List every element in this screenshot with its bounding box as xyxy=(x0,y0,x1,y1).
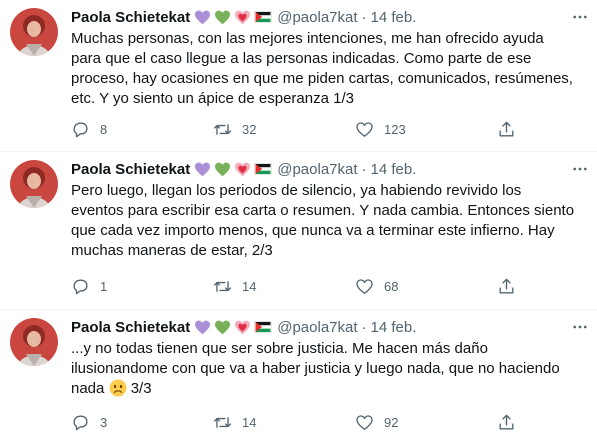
like-count: 123 xyxy=(384,122,406,137)
retweet-button[interactable]: 14 xyxy=(213,413,333,432)
green-heart-icon xyxy=(215,320,231,334)
palestine-flag-icon xyxy=(254,163,273,175)
avatar[interactable] xyxy=(10,8,58,56)
tweet-actions: 1 14 68 xyxy=(71,277,517,296)
retweet-count: 14 xyxy=(242,415,257,430)
tweet-thread: Paola Schietekat @paola7kat · 14 feb. Mu… xyxy=(0,0,597,441)
reply-icon xyxy=(73,122,88,138)
tweet-actions: 8 32 123 xyxy=(71,120,517,139)
like-count: 68 xyxy=(384,279,399,294)
tweet[interactable]: Paola Schietekat @paola7kat · 14 feb. Mu… xyxy=(0,0,597,152)
tweet-body: Paola Schietekat @paola7kat · 14 feb. Pe… xyxy=(71,152,587,261)
separator-dot: · xyxy=(361,160,367,178)
tweet-header: Paola Schietekat @paola7kat · 14 feb. xyxy=(71,317,587,337)
reply-button[interactable]: 1 xyxy=(71,277,191,296)
tweet-date[interactable]: 14 feb. xyxy=(371,9,417,26)
name-emojis xyxy=(194,162,273,177)
reply-button[interactable]: 3 xyxy=(71,413,191,432)
share-button[interactable] xyxy=(497,413,517,432)
purple-heart-icon xyxy=(195,10,211,24)
retweet-button[interactable]: 14 xyxy=(213,277,333,296)
purple-heart-icon xyxy=(195,162,211,176)
avatar[interactable] xyxy=(10,160,58,208)
tweet[interactable]: Paola Schietekat @paola7kat · 14 feb. Pe… xyxy=(0,152,597,310)
retweet-count: 32 xyxy=(242,122,257,137)
retweet-icon xyxy=(213,281,232,292)
tweet-text-suffix: 3/3 xyxy=(126,380,152,397)
tweet-body: Paola Schietekat @paola7kat · 14 feb. ..… xyxy=(71,310,587,399)
retweet-icon xyxy=(213,124,232,135)
tweet-text: ...y no todas tienen que ser sobre justi… xyxy=(71,339,576,399)
sad-face-icon xyxy=(109,379,127,397)
tweet-text: Muchas personas, con las mejores intenci… xyxy=(71,30,578,107)
reply-icon xyxy=(73,415,88,431)
palestine-flag-icon xyxy=(254,11,273,23)
reply-count: 8 xyxy=(100,122,108,137)
palestine-flag-icon xyxy=(254,321,273,333)
tweet-text: Pero luego, llegan los periodos de silen… xyxy=(71,182,579,259)
like-icon xyxy=(356,279,373,294)
reply-icon xyxy=(73,279,88,295)
share-icon xyxy=(499,278,514,294)
author-handle[interactable]: @paola7kat xyxy=(277,9,357,26)
name-emojis xyxy=(194,10,273,25)
author-name[interactable]: Paola Schietekat xyxy=(71,9,190,26)
like-button[interactable]: 92 xyxy=(355,413,475,432)
more-icon[interactable] xyxy=(569,158,591,180)
more-icon[interactable] xyxy=(569,316,591,338)
share-button[interactable] xyxy=(497,277,517,296)
author-name[interactable]: Paola Schietekat xyxy=(71,319,190,336)
reply-count: 3 xyxy=(100,415,108,430)
retweet-button[interactable]: 32 xyxy=(213,120,333,139)
separator-dot: · xyxy=(361,318,367,336)
more-icon[interactable] xyxy=(569,6,591,28)
tweet-header: Paola Schietekat @paola7kat · 14 feb. xyxy=(71,159,587,179)
reply-button[interactable]: 8 xyxy=(71,120,191,139)
like-icon xyxy=(356,122,373,137)
sparkling-heart-icon xyxy=(235,10,251,24)
green-heart-icon xyxy=(215,162,231,176)
author-name[interactable]: Paola Schietekat xyxy=(71,161,190,178)
sparkling-heart-icon xyxy=(235,162,251,176)
green-heart-icon xyxy=(215,10,231,24)
share-icon xyxy=(499,414,514,430)
retweet-icon xyxy=(213,417,232,428)
like-button[interactable]: 123 xyxy=(355,120,475,139)
tweet-header: Paola Schietekat @paola7kat · 14 feb. xyxy=(71,7,587,27)
like-count: 92 xyxy=(384,415,399,430)
like-icon xyxy=(356,415,373,430)
reply-count: 1 xyxy=(100,279,108,294)
tweet-date[interactable]: 14 feb. xyxy=(371,161,417,178)
separator-dot: · xyxy=(361,8,367,26)
tweet-actions: 3 14 92 xyxy=(71,413,517,432)
share-icon xyxy=(499,121,514,137)
retweet-count: 14 xyxy=(242,279,257,294)
tweet-date[interactable]: 14 feb. xyxy=(371,319,417,336)
sparkling-heart-icon xyxy=(235,320,251,334)
tweet[interactable]: Paola Schietekat @paola7kat · 14 feb. ..… xyxy=(0,310,597,441)
avatar[interactable] xyxy=(10,318,58,366)
author-handle[interactable]: @paola7kat xyxy=(277,319,357,336)
share-button[interactable] xyxy=(497,120,517,139)
author-handle[interactable]: @paola7kat xyxy=(277,161,357,178)
like-button[interactable]: 68 xyxy=(355,277,475,296)
name-emojis xyxy=(194,320,273,335)
tweet-body: Paola Schietekat @paola7kat · 14 feb. Mu… xyxy=(71,0,587,109)
purple-heart-icon xyxy=(195,320,211,334)
